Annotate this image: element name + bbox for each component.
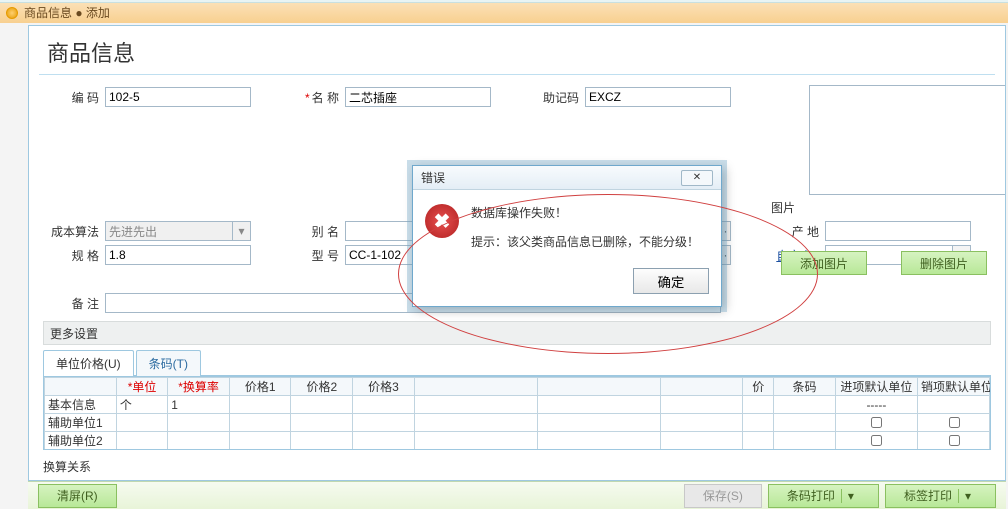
dialog-message-1: 数据库操作失败！ — [471, 204, 699, 221]
page-title: 商品信息 — [29, 26, 1005, 74]
table-row: 辅助单位2 — [45, 432, 990, 450]
label-pic: 图片 — [771, 199, 795, 216]
dialog-ok-button[interactable]: 确定 — [633, 268, 709, 294]
app-icon — [6, 7, 18, 19]
in-default-checkbox[interactable] — [871, 417, 882, 428]
add-picture-button[interactable]: 添加图片 — [781, 251, 867, 275]
error-dialog: 错误 ✕ ✖ 数据库操作失败！ 提示：该父类商品信息已删除，不能分级！ 确定 — [412, 165, 722, 307]
label-cost: 成本算法 — [43, 223, 99, 240]
window-title: 商品信息 ● 添加 — [24, 3, 110, 23]
more-settings-bar[interactable]: 更多设置 — [43, 321, 991, 345]
unit-grid[interactable]: *单位 *换算率 价格1 价格2 价格3 价 条码 进项默认单位 销项默认单位 … — [44, 377, 990, 450]
window-titlebar: 商品信息 ● 添加 — [0, 3, 1008, 23]
spec-input[interactable] — [105, 245, 251, 265]
close-icon[interactable]: ✕ — [681, 170, 713, 186]
chevron-down-icon: ▾ — [232, 222, 250, 240]
origin-input[interactable] — [825, 221, 971, 241]
chevron-down-icon: ▾ — [841, 489, 860, 503]
out-default-checkbox[interactable] — [949, 417, 960, 428]
clear-button[interactable]: 清屏(R) — [38, 484, 117, 508]
code-input[interactable] — [105, 87, 251, 107]
in-default-checkbox[interactable] — [871, 435, 882, 446]
error-icon: ✖ — [425, 204, 459, 238]
save-button: 保存(S) — [684, 484, 762, 508]
label-name: 名 称 — [283, 89, 339, 106]
dialog-title: 错误 — [421, 169, 445, 186]
picture-box — [809, 85, 1006, 195]
label-code: 编 码 — [43, 89, 99, 106]
tab-unit-price[interactable]: 单位价格(U) — [43, 350, 134, 376]
label-remark: 备 注 — [43, 295, 99, 312]
tab-barcode[interactable]: 条码(T) — [136, 350, 201, 376]
convert-label: 换算关系 — [43, 458, 991, 475]
cost-combo[interactable]: 先进先出▾ — [105, 221, 251, 241]
label-print-button[interactable]: 标签打印▾ — [885, 484, 996, 508]
mnem-input[interactable] — [585, 87, 731, 107]
table-row: 辅助单位1 — [45, 414, 990, 432]
table-row: 基本信息个1----- — [45, 396, 990, 414]
label-origin: 产 地 — [763, 223, 819, 240]
name-input[interactable] — [345, 87, 491, 107]
label-model: 型 号 — [283, 247, 339, 264]
delete-picture-button[interactable]: 删除图片 — [901, 251, 987, 275]
chevron-down-icon: ▾ — [958, 489, 977, 503]
label-mnem: 助记码 — [523, 89, 579, 106]
out-default-checkbox[interactable] — [949, 435, 960, 446]
label-alias: 别 名 — [283, 223, 339, 240]
dialog-message-2: 提示：该父类商品信息已删除，不能分级！ — [471, 233, 699, 250]
label-spec: 规 格 — [43, 247, 99, 264]
barcode-print-button[interactable]: 条码打印▾ — [768, 484, 879, 508]
